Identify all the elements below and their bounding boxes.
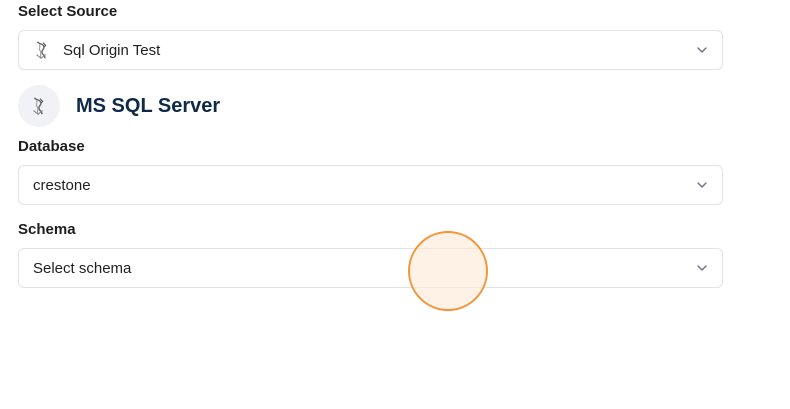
connector-title: MS SQL Server [76, 94, 221, 117]
click-indicator [408, 231, 488, 311]
schema-select-placeholder: Select schema [33, 259, 132, 277]
chevron-down-icon [697, 265, 707, 271]
database-select-value: crestone [33, 176, 91, 194]
ms-sql-server-logo-icon [36, 41, 47, 59]
select-source-label: Select Source [18, 3, 118, 20]
chevron-down-icon [697, 182, 707, 188]
ms-sql-server-logo-icon [33, 97, 44, 115]
schema-select[interactable]: Select schema [18, 248, 723, 288]
connector-header: MS SQL Server [18, 85, 220, 127]
source-select-value: Sql Origin Test [63, 41, 161, 59]
connector-badge [18, 85, 60, 127]
schema-label: Schema [18, 221, 76, 238]
source-selection-panel: Select Source Sql Origin Test MS SQL Ser… [0, 0, 790, 409]
source-select[interactable]: Sql Origin Test [18, 30, 723, 70]
database-label: Database [18, 138, 85, 155]
database-select[interactable]: crestone [18, 165, 723, 205]
chevron-down-icon [697, 47, 707, 53]
